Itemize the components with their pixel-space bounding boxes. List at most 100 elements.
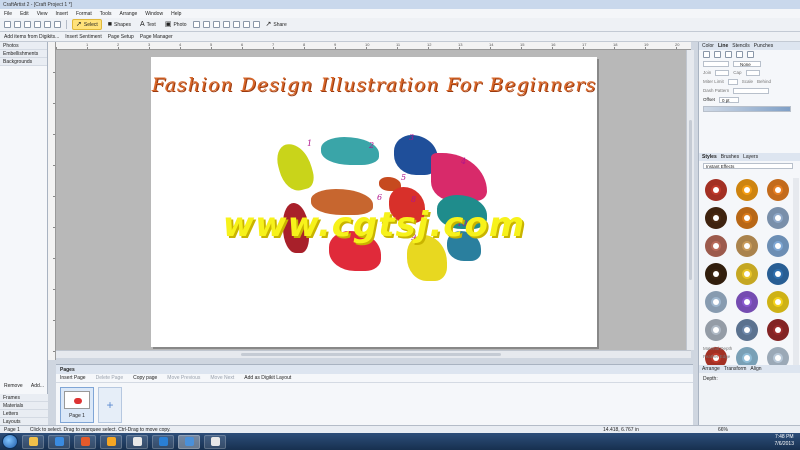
brush-icon[interactable] bbox=[192, 21, 200, 28]
taskbar-app-button[interactable] bbox=[178, 434, 200, 449]
move-next-button[interactable]: Move Next bbox=[210, 375, 234, 381]
delete-page-button[interactable]: Delete Page bbox=[96, 375, 124, 381]
style-swatch[interactable] bbox=[733, 318, 761, 343]
project-page[interactable]: Fashion Design Illustration For Beginner… bbox=[151, 57, 597, 347]
style-swatch[interactable] bbox=[764, 290, 792, 315]
style-swatch[interactable] bbox=[702, 178, 730, 203]
style-swatch[interactable] bbox=[764, 178, 792, 203]
style-swatch[interactable] bbox=[733, 178, 761, 203]
copy-icon[interactable] bbox=[24, 21, 31, 28]
cut-icon[interactable] bbox=[14, 21, 21, 28]
start-button[interactable] bbox=[2, 434, 18, 449]
style-swatch[interactable] bbox=[764, 318, 792, 343]
page-setup-button[interactable]: Page Setup bbox=[108, 34, 134, 40]
menu-help[interactable]: Help bbox=[171, 11, 181, 17]
pencil-icon[interactable] bbox=[202, 21, 210, 28]
copy-page-button[interactable]: Copy page bbox=[133, 375, 157, 381]
style-swatch[interactable] bbox=[702, 290, 730, 315]
paste-icon[interactable] bbox=[34, 21, 41, 28]
miter-limit-input[interactable] bbox=[727, 78, 738, 85]
share-button[interactable]: ↗ Share bbox=[263, 20, 290, 29]
tab-frames[interactable]: Frames bbox=[0, 394, 48, 402]
page-manager-button[interactable]: Page Manager bbox=[140, 34, 173, 40]
line-icon[interactable] bbox=[714, 51, 721, 58]
style-swatch[interactable] bbox=[702, 318, 730, 343]
style-swatch[interactable] bbox=[764, 262, 792, 287]
stamp-icon[interactable] bbox=[232, 21, 240, 28]
text-tool-button[interactable]: A Text bbox=[137, 20, 159, 29]
add-items-button[interactable]: Add items from Digikits... bbox=[4, 34, 59, 40]
style-category-select[interactable]: Instant Effects bbox=[703, 162, 793, 169]
style-swatch[interactable] bbox=[764, 206, 792, 231]
remove-button[interactable]: Remove bbox=[4, 383, 23, 391]
style-swatch[interactable] bbox=[702, 234, 730, 259]
tab-color[interactable]: Color bbox=[702, 43, 714, 49]
styles-scrollbar[interactable] bbox=[793, 178, 799, 385]
scroll-thumb[interactable] bbox=[241, 353, 501, 356]
cap-select[interactable] bbox=[745, 69, 760, 76]
menu-window[interactable]: Window bbox=[145, 11, 163, 17]
brush-icon[interactable] bbox=[736, 51, 743, 58]
taskbar-app-button[interactable] bbox=[48, 434, 70, 449]
tab-letters[interactable]: Letters bbox=[0, 410, 48, 418]
taskbar-app-button[interactable] bbox=[126, 434, 148, 449]
taskbar-app-button[interactable] bbox=[22, 434, 44, 449]
taskbar-app-button[interactable] bbox=[204, 434, 226, 449]
shapes-tool-button[interactable]: ■ Shapes bbox=[105, 20, 134, 29]
insert-page-button[interactable]: Insert Page bbox=[60, 375, 86, 381]
line-type-select[interactable]: None bbox=[733, 60, 761, 67]
menu-edit[interactable]: Edit bbox=[20, 11, 29, 17]
style-swatch[interactable] bbox=[702, 206, 730, 231]
taskbar-app-button[interactable] bbox=[100, 434, 122, 449]
tab-transform[interactable]: Transform bbox=[724, 366, 747, 372]
dash-icon[interactable] bbox=[747, 51, 754, 58]
menu-arrange[interactable]: Arrange bbox=[119, 11, 137, 17]
tab-stencils[interactable]: Stencils bbox=[732, 43, 750, 49]
taskbar-app-button[interactable] bbox=[74, 434, 96, 449]
insert-sentiment-button[interactable]: Insert Sentiment bbox=[65, 34, 101, 40]
tab-align[interactable]: Align bbox=[750, 366, 761, 372]
scale-label[interactable]: Scale bbox=[742, 79, 753, 84]
tab-punches[interactable]: Punches bbox=[754, 43, 773, 49]
offset-input[interactable]: 0 pt bbox=[718, 96, 739, 103]
canvas-vertical-scrollbar[interactable] bbox=[686, 50, 694, 350]
tab-backgrounds[interactable]: Backgrounds bbox=[0, 58, 47, 66]
tab-photos[interactable]: Photos bbox=[0, 42, 47, 50]
dash-pattern-input[interactable] bbox=[733, 87, 770, 94]
pen-icon[interactable] bbox=[725, 51, 732, 58]
style-swatch[interactable] bbox=[702, 262, 730, 287]
line-color-swatch[interactable] bbox=[703, 51, 710, 58]
style-swatch[interactable] bbox=[733, 234, 761, 259]
select-tool-button[interactable]: ➚ Select bbox=[72, 19, 102, 30]
line-weight-select[interactable] bbox=[703, 60, 729, 67]
crop-icon[interactable] bbox=[242, 21, 250, 28]
page-thumbnail[interactable]: Page 1 bbox=[60, 387, 94, 423]
menu-file[interactable]: File bbox=[4, 11, 12, 17]
style-swatch[interactable] bbox=[733, 206, 761, 231]
tab-styles[interactable]: Styles bbox=[702, 154, 717, 160]
move-previous-button[interactable]: Move Previous bbox=[167, 375, 200, 381]
tab-embellishments[interactable]: Embellishments bbox=[0, 50, 47, 58]
canvas-area[interactable]: Fashion Design Illustration For Beginner… bbox=[56, 50, 691, 358]
undo-icon[interactable] bbox=[44, 21, 51, 28]
save-icon[interactable] bbox=[4, 21, 11, 28]
tab-brushes[interactable]: Brushes bbox=[721, 154, 739, 160]
menu-insert[interactable]: Insert bbox=[55, 11, 68, 17]
style-swatch[interactable] bbox=[764, 234, 792, 259]
add-page-button[interactable]: + bbox=[98, 387, 122, 423]
line-width-slider[interactable] bbox=[703, 105, 791, 112]
add-digikit-layout-button[interactable]: Add as Digikit Layout bbox=[244, 375, 291, 381]
taskbar-app-button[interactable] bbox=[152, 434, 174, 449]
menu-tools[interactable]: Tools bbox=[100, 11, 112, 17]
join-select[interactable] bbox=[715, 69, 730, 76]
system-clock[interactable]: 7:48 PM 7/6/2013 bbox=[775, 434, 794, 448]
tab-line[interactable]: Line bbox=[718, 43, 728, 49]
zoom-icon[interactable] bbox=[252, 21, 260, 28]
menu-format[interactable]: Format bbox=[76, 11, 92, 17]
page-title-text[interactable]: Fashion Design Illustration For Beginner… bbox=[151, 74, 597, 96]
behind-label[interactable]: Behind bbox=[757, 79, 771, 84]
style-swatch[interactable] bbox=[733, 262, 761, 287]
eraser-icon[interactable] bbox=[212, 21, 220, 28]
scroll-thumb[interactable] bbox=[689, 120, 692, 280]
canvas-horizontal-scrollbar[interactable] bbox=[56, 350, 691, 358]
